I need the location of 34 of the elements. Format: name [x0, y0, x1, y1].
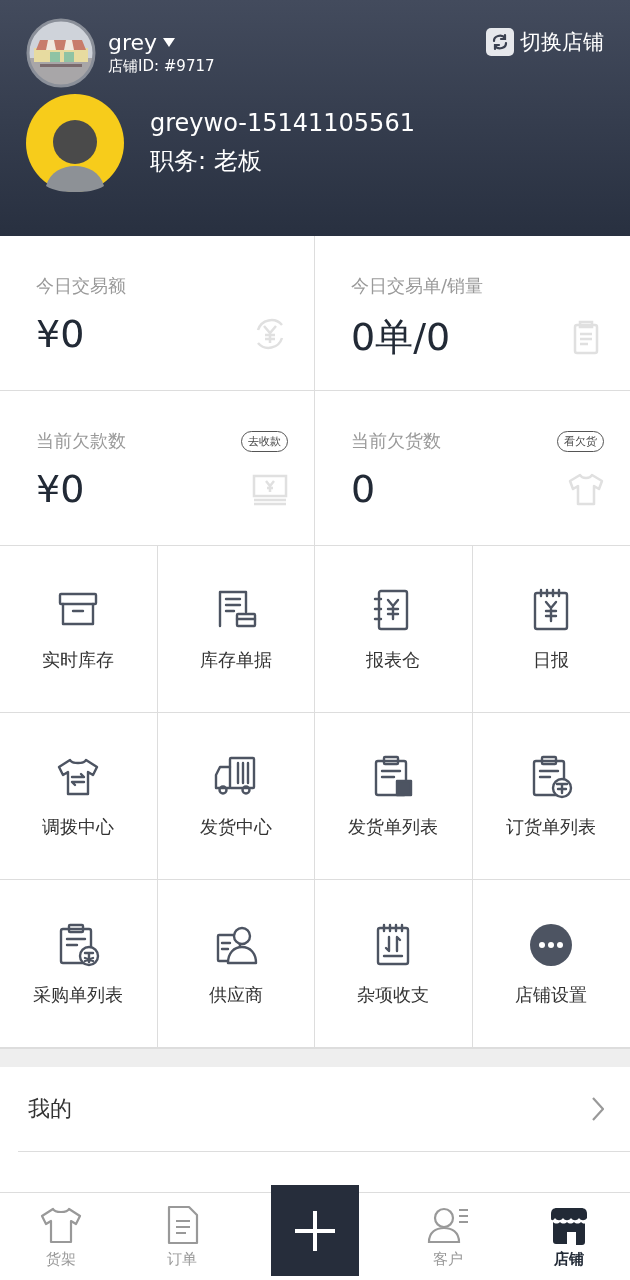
switch-icon [486, 28, 514, 56]
stat-label: 当前欠款数 [36, 429, 126, 453]
shortcut-item[interactable]: 订货单列表 [472, 713, 630, 880]
shortcut-item[interactable]: 采购单列表 [0, 880, 158, 1047]
add-button[interactable] [271, 1185, 359, 1276]
shortcut-item[interactable]: 发货中心 [157, 713, 315, 880]
stat-label: 今日交易额 [36, 274, 126, 298]
shirt-icon [568, 471, 604, 507]
dropdown-icon [163, 37, 176, 48]
stat-value: 0 [351, 467, 376, 511]
stat-value: ¥0 [36, 467, 85, 511]
shortcut-item[interactable]: 日报 [472, 546, 630, 713]
stat-value: 0单/0 [351, 314, 451, 361]
shortcut-item[interactable]: 调拨中心 [0, 713, 158, 880]
menu-row[interactable]: 我的 [18, 1067, 630, 1152]
store-name[interactable]: grey [108, 30, 158, 55]
shortcut-item[interactable]: 库存单据 [157, 546, 315, 713]
shortcut-item[interactable]: 发货单列表 [315, 713, 473, 880]
store-id: 店铺ID: #9717 [108, 57, 216, 76]
tab[interactable]: 店铺 [508, 1193, 630, 1280]
stat-label: 今日交易单/销量 [351, 274, 484, 298]
shortcut-item[interactable]: 实时库存 [0, 546, 158, 713]
chevron-icon [592, 1097, 604, 1121]
user-role: 职务: 老板 [150, 146, 263, 177]
stat-label: 当前欠货数 [351, 429, 441, 453]
plus-icon [293, 1208, 337, 1253]
switch-store-button[interactable]: 切换店铺 [486, 28, 604, 56]
shortcut-item[interactable]: 杂项收支 [315, 880, 473, 1047]
shortcut-item[interactable]: 供应商 [157, 880, 315, 1047]
avatar-icon [26, 94, 124, 192]
shortcut-item[interactable]: 报表仓 [315, 546, 473, 713]
stat-value: ¥0 [36, 312, 85, 356]
shortcut-item[interactable]: 店铺设置 [472, 880, 630, 1047]
username: greywo-15141105561 [150, 109, 415, 137]
